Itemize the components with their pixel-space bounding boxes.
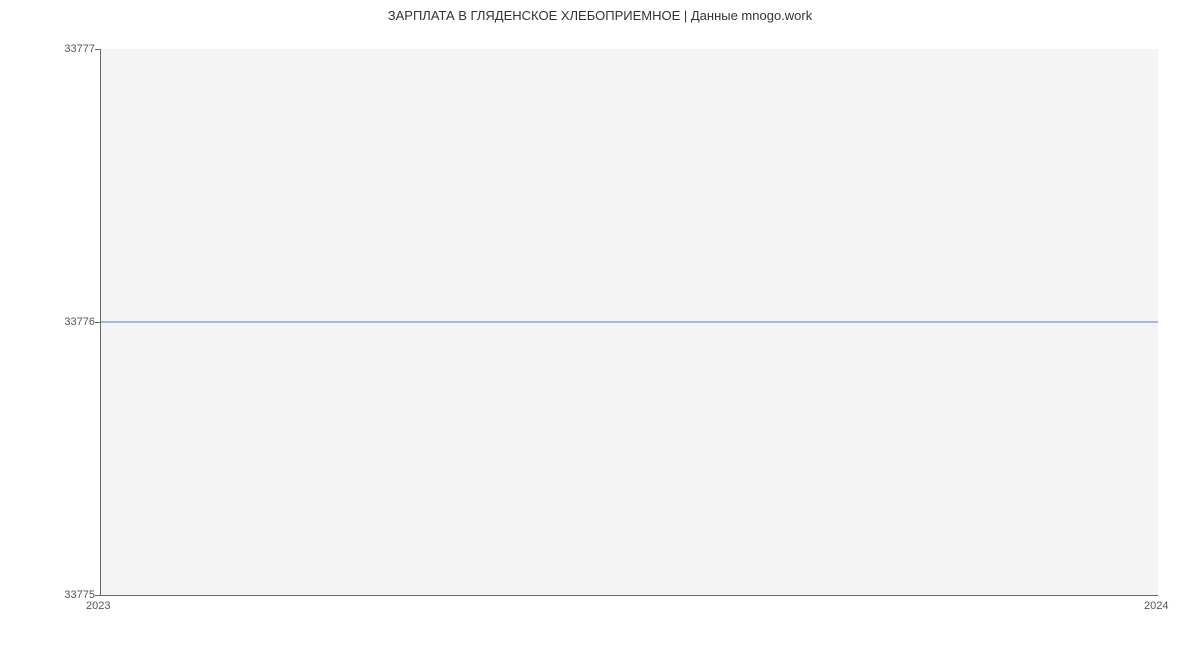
y-tick-mark (95, 595, 100, 596)
chart-title: ЗАРПЛАТА В ГЛЯДЕНСКОЕ ХЛЕБОПРИЕМНОЕ | Да… (0, 8, 1200, 23)
x-axis-tick-label: 2024 (1144, 600, 1168, 612)
y-axis-tick-label: 33777 (64, 43, 95, 55)
y-tick-mark (95, 49, 100, 50)
y-tick-mark (95, 322, 100, 323)
chart-container: ЗАРПЛАТА В ГЛЯДЕНСКОЕ ХЛЕБОПРИЕМНОЕ | Да… (0, 0, 1200, 650)
data-line (101, 322, 1158, 323)
x-axis-tick-label: 2023 (86, 600, 110, 612)
plot-area (100, 49, 1158, 596)
y-axis-tick-label: 33776 (64, 316, 95, 328)
